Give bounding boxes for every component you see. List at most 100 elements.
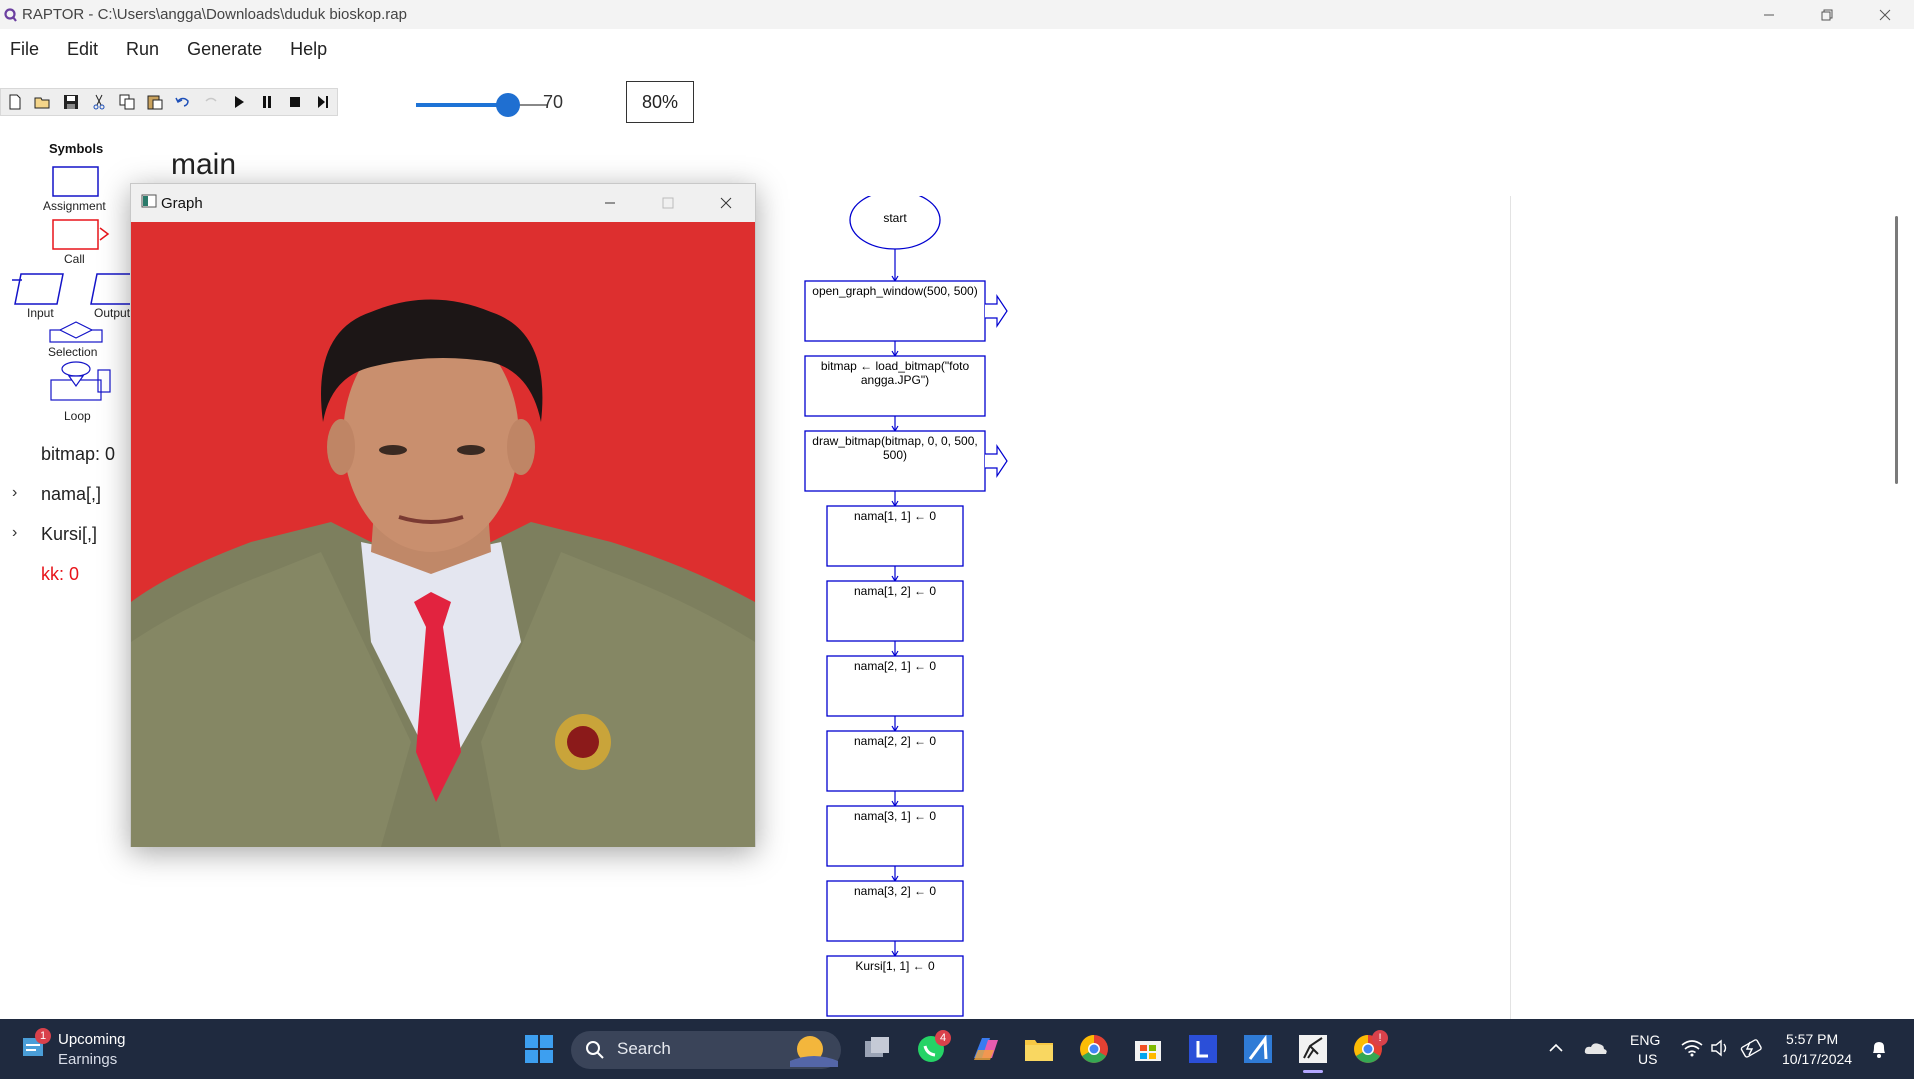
zoom-level-box[interactable]: 80% (626, 81, 694, 123)
flow-step-label: bitmap ← load_bitmap("foto angga.JPG") (820, 359, 970, 387)
flow-start-label: start (883, 211, 907, 225)
input-symbol[interactable] (12, 273, 64, 305)
canvas-divider (1510, 196, 1511, 1020)
volume-icon[interactable] (1710, 1039, 1732, 1062)
weather-badge: 1 (35, 1028, 51, 1044)
flow-step-label: nama[2, 2] ← 0 (853, 734, 937, 748)
flow-step-label: Kursi[1, 1] ← 0 (855, 959, 935, 973)
task-view-icon[interactable] (860, 1032, 894, 1066)
open-folder-icon[interactable] (29, 89, 57, 115)
portrait-photo (131, 222, 755, 847)
variable-kursi[interactable]: Kursi[,] (41, 524, 97, 545)
menu-generate[interactable]: Generate (177, 35, 272, 63)
loop-symbol[interactable] (50, 361, 111, 401)
search-highlight-icon (790, 1033, 838, 1072)
flow-step-label: nama[1, 2] ← 0 (853, 584, 937, 598)
toolbar (0, 88, 338, 116)
graph-window-icon (141, 194, 157, 213)
graph-close-button[interactable] (697, 184, 755, 222)
app-a-icon[interactable] (1241, 1032, 1275, 1066)
graph-maximize-button (639, 184, 697, 222)
clock-time[interactable]: 5:57 PM (1786, 1031, 1838, 1047)
graph-window: Graph (130, 183, 756, 847)
minimize-button[interactable] (1740, 0, 1798, 29)
windows-start-icon[interactable] (522, 1032, 556, 1066)
expand-chevron-icon[interactable]: › (12, 484, 17, 502)
language-bottom[interactable]: US (1638, 1051, 1657, 1067)
flow-step-label: nama[1, 1] ← 0 (853, 509, 937, 523)
variable-kk: kk: 0 (41, 564, 80, 584)
step-icon[interactable] (309, 89, 337, 115)
output-label: Output (94, 306, 131, 320)
output-symbol[interactable] (90, 273, 136, 305)
graph-canvas (131, 222, 755, 847)
raptor-app-icon (2, 6, 20, 24)
graph-window-title: Graph (161, 194, 203, 212)
window-title: RAPTOR - C:\Users\angga\Downloads\duduk … (22, 6, 407, 23)
speed-value: 70 (543, 92, 564, 112)
search-placeholder: Search (617, 1039, 671, 1058)
new-file-icon[interactable] (1, 89, 29, 115)
expand-chevron-icon[interactable]: › (12, 524, 17, 542)
taskbar (0, 1019, 1914, 1079)
flow-step-label: draw_bitmap(bitmap, 0, 0, 500, 500) (812, 434, 978, 462)
pause-icon[interactable] (253, 89, 281, 115)
variable-nama[interactable]: nama[,] (41, 484, 101, 505)
restore-button[interactable] (1798, 0, 1856, 29)
assignment-symbol[interactable] (52, 166, 99, 197)
undo-icon[interactable] (169, 89, 197, 115)
app-l-icon[interactable] (1186, 1032, 1220, 1066)
flow-call-arrow[interactable] (985, 294, 1008, 328)
stop-icon[interactable] (281, 89, 309, 115)
flow-step-label: open_graph_window(500, 500) (812, 284, 978, 298)
onedrive-cloud-icon[interactable] (1584, 1040, 1608, 1061)
menu-file[interactable]: File (0, 35, 49, 63)
chrome-badge: ! (1372, 1030, 1388, 1046)
chrome-icon[interactable] (1077, 1032, 1111, 1066)
active-app-indicator (1303, 1070, 1323, 1073)
wifi-icon[interactable] (1681, 1039, 1703, 1062)
close-button[interactable] (1856, 0, 1914, 29)
input-label: Input (27, 306, 54, 320)
battery-charging-icon[interactable] (1740, 1038, 1764, 1063)
loop-label: Loop (64, 409, 91, 423)
menu-edit[interactable]: Edit (57, 35, 108, 63)
copy-icon[interactable] (113, 89, 141, 115)
play-icon[interactable] (225, 89, 253, 115)
show-hidden-icons-chevron-icon[interactable] (1548, 1040, 1564, 1058)
menu-help[interactable]: Help (280, 35, 337, 63)
tab-main[interactable]: main (171, 148, 236, 182)
slider-thumb[interactable] (496, 93, 520, 117)
graph-minimize-button[interactable] (581, 184, 639, 222)
vertical-scrollbar[interactable] (1895, 216, 1898, 484)
menu-run[interactable]: Run (116, 35, 169, 63)
flow-step-label: nama[2, 1] ← 0 (853, 659, 937, 673)
microsoft-store-icon[interactable] (1131, 1032, 1165, 1066)
clock-date[interactable]: 10/17/2024 (1782, 1051, 1852, 1067)
redo-icon[interactable] (197, 89, 225, 115)
save-icon[interactable] (57, 89, 85, 115)
graph-title-bar: Graph (131, 184, 755, 222)
slider-fill (416, 103, 508, 107)
call-symbol[interactable] (52, 219, 110, 250)
copilot-icon[interactable] (968, 1032, 1002, 1066)
cut-icon[interactable] (85, 89, 113, 115)
selection-symbol[interactable] (49, 321, 103, 343)
search-icon (585, 1040, 605, 1065)
weather-subtitle[interactable]: Earnings (58, 1051, 117, 1068)
flow-step-label: nama[3, 2] ← 0 (853, 884, 937, 898)
flowchart-canvas[interactable]: start open_graph_window(500, 500) bitmap ←… (760, 196, 1510, 1020)
weather-title[interactable]: Upcoming (58, 1031, 126, 1048)
notification-bell-icon[interactable] (1870, 1039, 1888, 1064)
whatsapp-badge: 4 (935, 1030, 951, 1046)
assignment-label: Assignment (43, 199, 106, 213)
file-explorer-icon[interactable] (1022, 1032, 1056, 1066)
paste-icon[interactable] (141, 89, 169, 115)
raptor-taskbar-icon[interactable] (1296, 1032, 1330, 1066)
symbols-title: Symbols (49, 141, 104, 156)
flow-call-arrow[interactable] (985, 444, 1008, 478)
speed-slider[interactable] (416, 90, 548, 120)
language-top[interactable]: ENG (1630, 1032, 1660, 1048)
flow-step-label: nama[3, 1] ← 0 (853, 809, 937, 823)
variable-bitmap: bitmap: 0 (41, 444, 116, 464)
